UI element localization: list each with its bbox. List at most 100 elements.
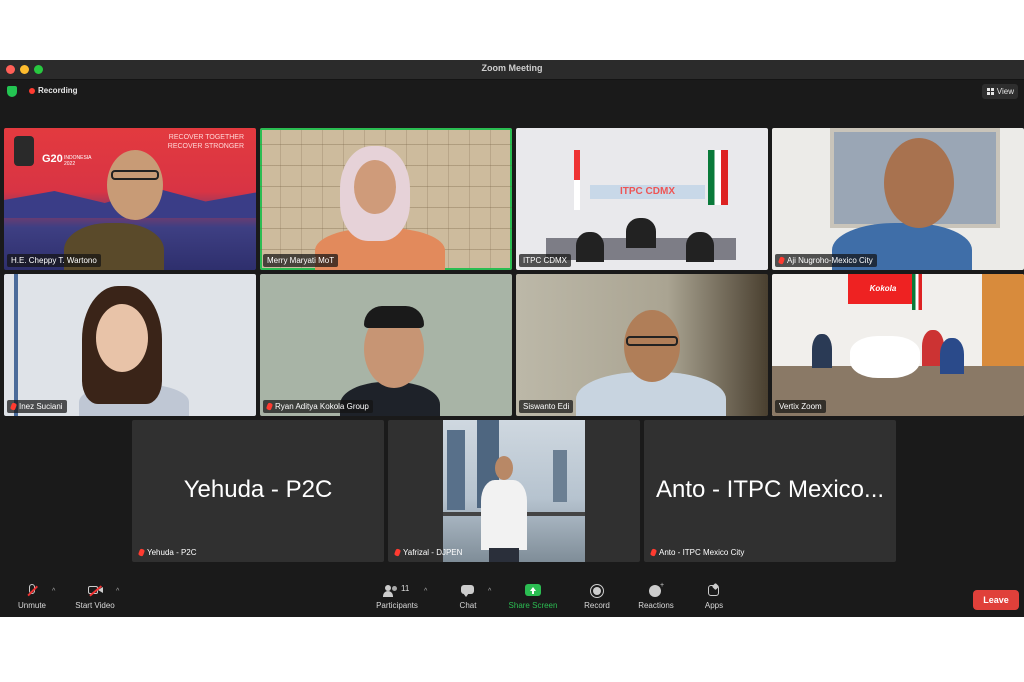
video-tile[interactable]: G20 INDONESIA 2022 RECOVER TOGETHER RECO…: [4, 128, 256, 270]
participant-name: Inez Suciani: [7, 400, 67, 413]
muted-mic-icon: [649, 548, 658, 557]
video-off-icon: [87, 584, 103, 598]
zoom-window: Zoom Meeting Recording View G20 INDONESI…: [0, 60, 1024, 617]
participant-name-label: Yafrizal - DJPEN: [403, 548, 463, 557]
unmute-label: Unmute: [17, 601, 46, 610]
chat-button[interactable]: Chat: [455, 584, 481, 610]
participant-legs: [489, 548, 519, 562]
participant-body: [812, 334, 832, 368]
security-shield-icon[interactable]: [7, 86, 17, 97]
participant-name: ITPC CDMX: [519, 254, 571, 267]
participants-count: 11: [401, 584, 410, 593]
participant-body: [576, 232, 604, 262]
participant-name: Merry Maryati MoT: [263, 254, 339, 267]
participant-hair: [364, 306, 424, 328]
video-tile[interactable]: Aji Nugroho-Mexico City: [772, 128, 1024, 270]
building: [553, 450, 567, 502]
record-icon: [589, 584, 605, 598]
participant-name: Anto - ITPC Mexico City: [647, 546, 748, 559]
meeting-toolbar: Unmute ^ Start Video ^ 11 Participants ^: [0, 580, 1024, 617]
office-sign: ITPC CDMX: [590, 185, 705, 199]
participant-name-label: Yehuda - P2C: [147, 548, 197, 557]
participant-body: [481, 480, 527, 550]
banner-line-2: RECOVER STRONGER: [167, 143, 244, 150]
video-tile[interactable]: Inez Suciani: [4, 274, 256, 416]
video-tile-active-speaker[interactable]: Merry Maryati MoT: [260, 128, 512, 270]
participant-face: [624, 310, 680, 382]
window-frame: [14, 274, 18, 416]
meeting-top-bar: Recording View: [0, 80, 1024, 102]
grid-icon: [987, 88, 994, 95]
start-video-button[interactable]: Start Video: [70, 584, 120, 610]
participant-face: [495, 456, 513, 480]
display-name: Yehuda - P2C: [183, 476, 333, 503]
meeting-table: [850, 336, 920, 378]
participant-name: H.E. Cheppy T. Wartono: [7, 254, 101, 267]
apps-icon: [706, 582, 722, 598]
participants-icon: 11: [383, 584, 411, 598]
chat-options-chevron-icon[interactable]: ^: [488, 588, 491, 595]
record-button[interactable]: Record: [580, 584, 614, 610]
share-screen-icon: [525, 584, 541, 598]
start-video-label: Start Video: [75, 601, 115, 610]
indonesia-flag: [574, 150, 580, 210]
building: [447, 430, 465, 510]
chat-bubble-icon: [460, 584, 476, 598]
chat-label: Chat: [459, 601, 477, 610]
participant-body: [626, 218, 656, 248]
video-tile[interactable]: Ryan Aditya Kokola Group: [260, 274, 512, 416]
recording-dot-icon: [29, 88, 35, 94]
g20-logo-text: G20: [42, 153, 63, 165]
participant-name: Yafrizal - DJPEN: [391, 546, 466, 559]
participant-body: [686, 232, 714, 262]
reactions-button[interactable]: + Reactions: [634, 582, 678, 610]
display-name: Anto - ITPC Mexico...: [655, 476, 885, 503]
participant-body: [940, 338, 964, 374]
muted-mic-icon: [9, 402, 18, 411]
muted-mic-icon: [24, 584, 40, 598]
muted-mic-icon: [777, 256, 786, 265]
mexico-flag: [912, 274, 922, 310]
participant-name-label: Anto - ITPC Mexico City: [659, 548, 745, 557]
orange-wall: [982, 274, 1024, 374]
video-tile[interactable]: Siswanto Edi: [516, 274, 768, 416]
video-feed: [443, 420, 585, 562]
video-tile[interactable]: Kokola Vertix Zoom: [772, 274, 1024, 416]
view-button[interactable]: View: [982, 84, 1018, 99]
banner-line-1: RECOVER TOGETHER: [168, 134, 244, 141]
share-screen-label: Share Screen: [508, 601, 558, 610]
muted-mic-icon: [393, 548, 402, 557]
participant-name-label: Aji Nugroho-Mexico City: [787, 256, 873, 265]
audio-options-chevron-icon[interactable]: ^: [52, 588, 55, 595]
kokola-banner: Kokola: [848, 274, 918, 304]
participant-face: [884, 138, 954, 228]
unmute-button[interactable]: Unmute: [14, 584, 50, 610]
apps-button[interactable]: Apps: [700, 582, 728, 610]
reactions-label: Reactions: [638, 601, 674, 610]
video-tile-off[interactable]: Anto - ITPC Mexico... Anto - ITPC Mexico…: [644, 420, 896, 562]
video-options-chevron-icon[interactable]: ^: [116, 588, 119, 595]
smiley-icon: +: [648, 582, 664, 598]
share-screen-button[interactable]: Share Screen: [503, 584, 563, 610]
participant-name-label: Ryan Aditya Kokola Group: [275, 402, 369, 411]
record-label: Record: [584, 601, 610, 610]
view-label: View: [996, 87, 1014, 96]
participant-face: [107, 150, 163, 220]
participants-button[interactable]: 11 Participants: [372, 584, 422, 610]
video-tile[interactable]: ITPC CDMX ITPC CDMX: [516, 128, 768, 270]
participant-name: Yehuda - P2C: [135, 546, 201, 559]
participant-face: [354, 160, 396, 214]
muted-mic-icon: [265, 402, 274, 411]
participants-label: Participants: [376, 601, 418, 610]
participant-face: [96, 304, 148, 372]
participant-name-label: Inez Suciani: [19, 402, 63, 411]
mexico-flag: [708, 150, 728, 205]
leave-button[interactable]: Leave: [973, 590, 1019, 610]
participant-name: Vertix Zoom: [775, 400, 826, 413]
apps-label: Apps: [704, 601, 724, 610]
muted-mic-icon: [137, 548, 146, 557]
participants-options-chevron-icon[interactable]: ^: [424, 588, 427, 595]
video-tile[interactable]: Yafrizal - DJPEN: [388, 420, 640, 562]
video-tile-off[interactable]: Yehuda - P2C Yehuda - P2C: [132, 420, 384, 562]
recording-label: Recording: [38, 86, 78, 95]
